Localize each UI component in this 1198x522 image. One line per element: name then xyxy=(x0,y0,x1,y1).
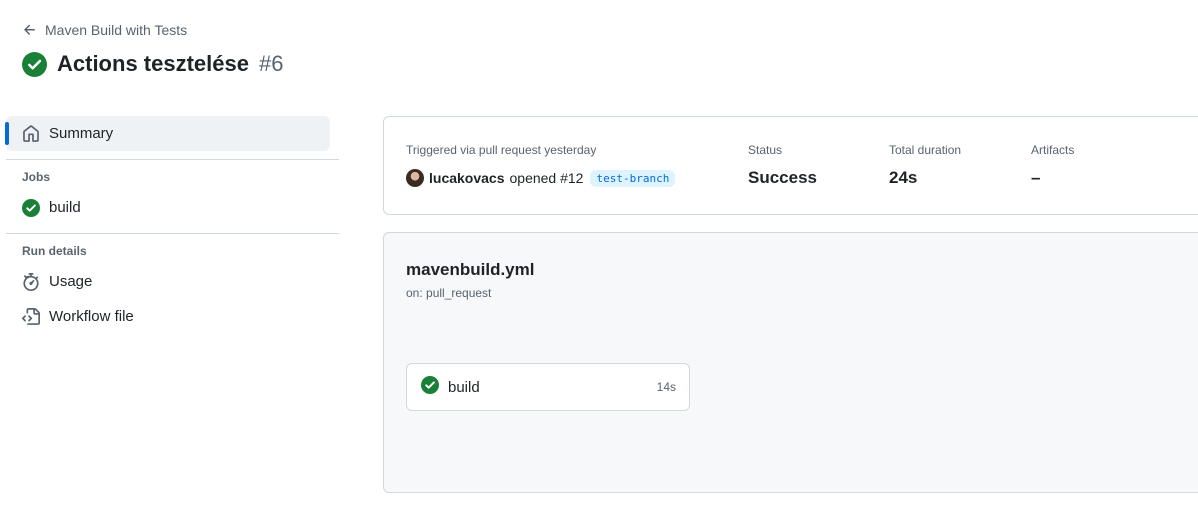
trigger-action[interactable]: opened #12 xyxy=(510,170,584,186)
run-details-heading: Run details xyxy=(22,244,87,258)
jobs-heading: Jobs xyxy=(22,170,51,184)
page-title: Actions tesztelése #6 xyxy=(22,51,283,77)
duration-value: 24s xyxy=(889,168,918,187)
job-duration: 14s xyxy=(656,380,676,394)
job-card-build[interactable]: build 14s xyxy=(406,363,690,411)
check-circle-fill-icon xyxy=(22,51,47,77)
workflow-run-page: Maven Build with Tests Actions tesztelés… xyxy=(0,0,1198,522)
job-name: build xyxy=(448,378,480,396)
trigger-label: Triggered via pull request yesterday xyxy=(406,143,597,157)
avatar[interactable] xyxy=(406,169,424,187)
run-title: Actions tesztelése xyxy=(57,51,249,76)
status-label: Status xyxy=(748,143,783,157)
trigger-details: lucakovacs opened #12 test-branch xyxy=(406,169,676,187)
sidebar-item-label: Usage xyxy=(49,273,93,290)
check-circle-fill-icon xyxy=(421,375,439,399)
sidebar-item-label: build xyxy=(49,199,81,216)
sidebar-item-label: Workflow file xyxy=(49,308,134,325)
stopwatch-icon xyxy=(22,272,40,291)
artifacts-label: Artifacts xyxy=(1031,143,1075,157)
workflow-trigger: on: pull_request xyxy=(406,286,492,300)
sidebar-item-usage[interactable]: Usage xyxy=(6,264,339,299)
status-value: Success xyxy=(748,168,817,187)
sidebar-item-label: Summary xyxy=(49,125,114,142)
sidebar-item-summary[interactable]: Summary xyxy=(5,116,330,151)
check-circle-fill-icon xyxy=(22,198,40,217)
user-link[interactable]: lucakovacs xyxy=(429,170,505,186)
sidebar-item-build-job[interactable]: build xyxy=(6,190,339,225)
arrow-left-icon xyxy=(22,22,38,38)
workflow-file-name: mavenbuild.yml xyxy=(406,260,535,279)
back-link-label: Maven Build with Tests xyxy=(45,22,188,38)
back-to-workflow-link[interactable]: Maven Build with Tests xyxy=(22,22,187,38)
file-code-icon xyxy=(22,307,40,326)
home-icon xyxy=(22,124,40,143)
run-summary-card: Triggered via pull request yesterday luc… xyxy=(383,116,1198,215)
run-number: #6 xyxy=(258,51,284,76)
workflow-graph: mavenbuild.yml on: pull_request build 14… xyxy=(383,232,1198,493)
sidebar: Summary Jobs build Run details Usage Wor… xyxy=(5,116,339,334)
branch-badge[interactable]: test-branch xyxy=(590,169,676,187)
duration-label: Total duration xyxy=(889,143,962,157)
artifacts-value: – xyxy=(1031,168,1041,187)
sidebar-item-workflow-file[interactable]: Workflow file xyxy=(6,299,339,334)
